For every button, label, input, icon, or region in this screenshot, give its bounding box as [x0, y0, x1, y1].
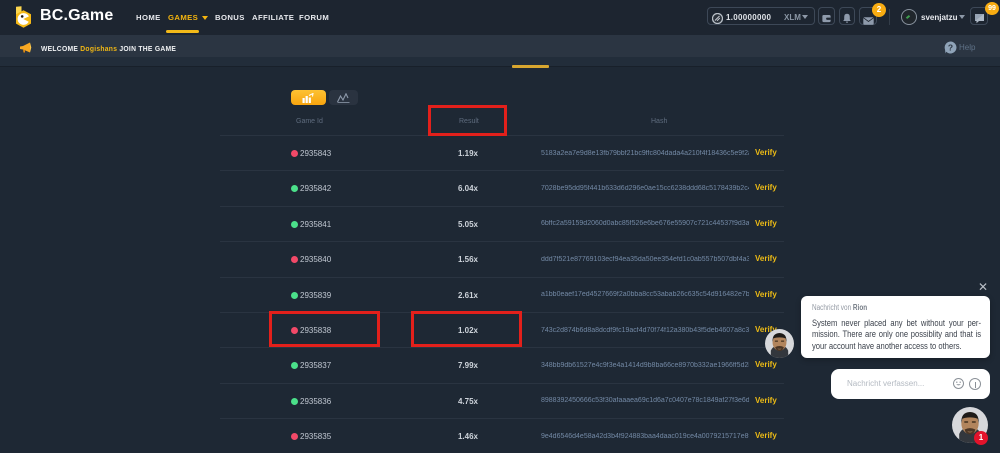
svg-text:?: ? — [948, 42, 953, 52]
